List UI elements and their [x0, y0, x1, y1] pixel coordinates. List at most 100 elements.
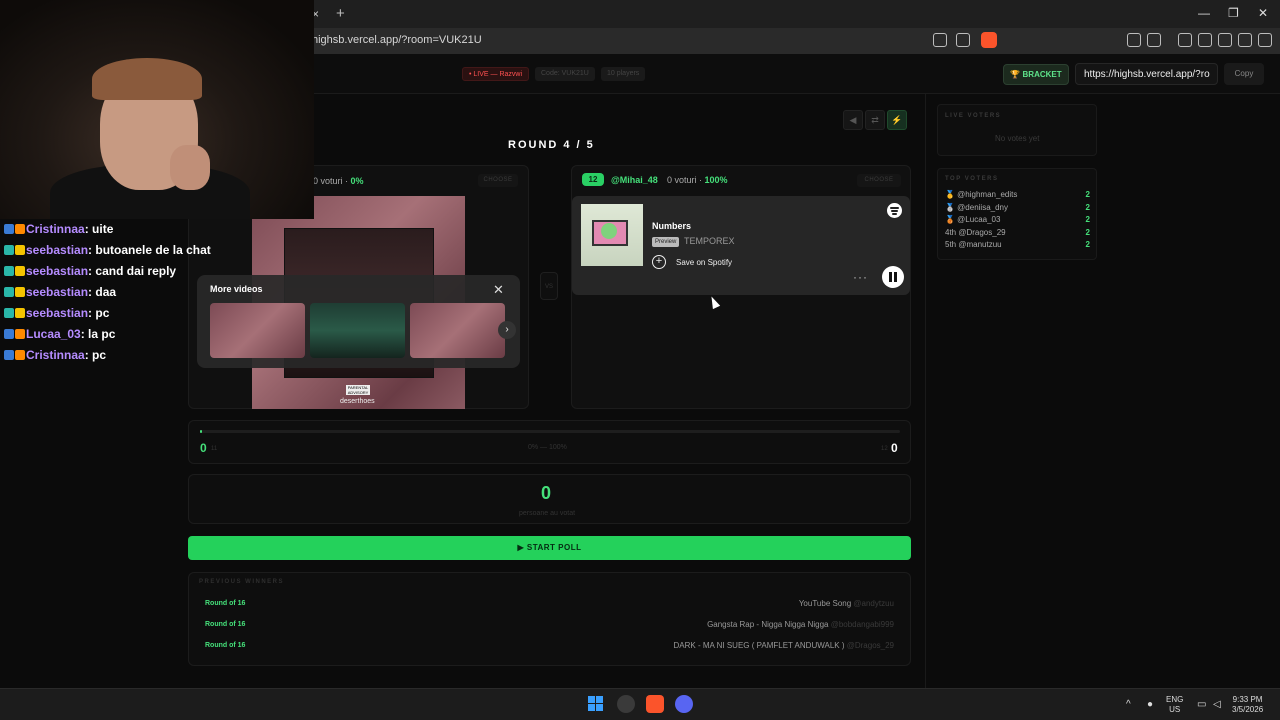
chat-message: seebastian: cand dai reply [0, 264, 314, 285]
menu-icon[interactable] [1258, 33, 1272, 47]
track-artist[interactable]: TEMPOREX [684, 236, 735, 246]
chevron-right-icon[interactable]: › [498, 321, 516, 339]
chat-username: Lucaa_03 [26, 327, 81, 341]
chat-badge-icon [15, 308, 25, 318]
leo-ai-icon[interactable] [1238, 33, 1252, 47]
chat-badge-icon [15, 224, 25, 234]
room-code-badge: Code: VUK21U [535, 67, 595, 81]
chat-badge-icon [4, 287, 14, 297]
bracket-button[interactable]: 🏆 BRACKET [1003, 64, 1069, 85]
top-voter-row: 🥉 @Lucaa_03 2 [945, 215, 1090, 227]
pause-button[interactable] [882, 266, 904, 288]
chat-text: daa [95, 285, 117, 299]
window-close-button[interactable]: ✕ [1258, 6, 1268, 20]
chevron-up-icon[interactable]: ^ [1126, 699, 1131, 710]
live-voters-title: LIVE VOTERS [945, 113, 1002, 119]
add-circle-icon[interactable]: + [652, 255, 666, 269]
no-votes-message: No votes yet [995, 134, 1040, 143]
chat-badge-icon [4, 245, 14, 255]
translate-icon[interactable] [933, 33, 947, 47]
left-choose-button[interactable]: CHOOSE [478, 174, 518, 187]
top-voter-row: 🥇 @highman_edits 2 [945, 190, 1090, 202]
share-url-field[interactable]: https://highsb.vercel.app/?ro [1075, 63, 1218, 85]
right-score-label: 12 [881, 446, 888, 452]
window-maximize-button[interactable]: ❐ [1228, 6, 1239, 20]
windows-taskbar [0, 688, 1280, 720]
language-region: US [1169, 705, 1181, 714]
track-title[interactable]: Numbers [652, 221, 691, 231]
right-choose-button[interactable]: CHOOSE [857, 174, 901, 187]
wallet-icon[interactable] [1218, 33, 1232, 47]
brave-icon[interactable] [646, 695, 664, 713]
webcam-figure [92, 58, 202, 100]
top-voter-name: 5th @manutzuu [945, 240, 1002, 249]
windows-start-icon[interactable] [588, 696, 604, 712]
chat-message: seebastian: daa [0, 285, 314, 306]
language-code: ENG [1166, 695, 1184, 704]
start-poll-button[interactable]: ▶ START POLL [188, 536, 911, 560]
chat-message: seebastian: butoanele de la chat [0, 243, 314, 264]
previous-winners-title: PREVIOUS WINNERS [199, 579, 285, 585]
chat-badge-icon [4, 308, 14, 318]
right-vote-summary: 0 voturi · 100% [667, 175, 728, 185]
parental-advisory-label: PARENTAL ADVISORY [346, 385, 370, 395]
share-icon[interactable] [956, 33, 970, 47]
window-minimize-button[interactable]: — [1198, 6, 1210, 20]
chat-message: seebastian: pc [0, 306, 314, 327]
chat-badge-icon [15, 287, 25, 297]
winner-song-title: YouTube Song [798, 599, 852, 608]
save-on-spotify-button[interactable]: Save on Spotify [676, 258, 732, 267]
sidebar-toggle-icon[interactable] [1198, 33, 1212, 47]
spotify-logo-icon[interactable] [887, 203, 902, 218]
chat-text: pc [95, 306, 110, 320]
top-voter-row: 4th @Dragos_29 2 [945, 228, 1090, 240]
left-score-label: 11 [211, 446, 218, 452]
more-videos-thumbnail[interactable] [310, 303, 405, 358]
chat-username: seebastian [26, 306, 89, 320]
power-button[interactable]: ⚡ [887, 110, 907, 130]
url-field[interactable]: highsb.vercel.app/?room=VUK21U [312, 34, 482, 46]
top-voter-count: 2 [1085, 190, 1090, 199]
winner-round-label: Round of 16 [205, 642, 246, 649]
top-voter-row: 5th @manutzuu 2 [945, 240, 1090, 252]
artwork-detail [601, 223, 617, 239]
left-votes-pct: 0% [350, 176, 364, 186]
clock-time: 9:33 PM [1232, 695, 1263, 704]
copy-button[interactable]: Copy [1224, 63, 1264, 85]
winner-song-title: Gangsta Rap - Nigga Nigga Nigga [707, 620, 829, 629]
top-voter-row: 🥈 @deniisa_dny 2 [945, 203, 1090, 215]
network-icon[interactable]: ▭ [1197, 699, 1206, 710]
vote-progress-fill [200, 430, 203, 433]
microphone-icon[interactable]: ● [1147, 699, 1153, 710]
players-badge: 10 players [601, 67, 646, 81]
brave-shields-icon[interactable] [981, 32, 997, 48]
more-options-icon[interactable]: ··· [853, 270, 868, 284]
left-vote-summary: 0 voturi · 0% [313, 176, 364, 186]
top-voter-count: 2 [1085, 203, 1090, 212]
prev-round-button[interactable]: ◀ [843, 110, 863, 130]
more-videos-close-icon[interactable]: ✕ [493, 282, 504, 298]
music-icon[interactable] [1178, 33, 1192, 47]
extensions-icon[interactable] [1127, 33, 1141, 47]
voters-count: 0 [541, 483, 552, 503]
clock-date: 3/5/2026 [1232, 705, 1264, 714]
chat-message: Cristinnaa: pc [0, 348, 314, 369]
shuffle-button[interactable]: ⇄ [865, 110, 885, 130]
clock[interactable]: 9:33 PM 3/5/2026 [1232, 695, 1263, 715]
new-tab-button[interactable]: + [336, 5, 345, 22]
media-icon[interactable] [1147, 33, 1161, 47]
winner-song: YouTube Song @andytzuu [799, 599, 894, 608]
previous-winners-card [188, 572, 911, 666]
chat-text: la pc [88, 327, 116, 341]
chat-badge-icon [15, 266, 25, 276]
winner-song-title: DARK - MA NI SUEG ( PAMFLET ANDUWALK ) [673, 641, 845, 650]
app-icon[interactable] [617, 695, 635, 713]
volume-icon[interactable]: ◁ [1213, 699, 1221, 710]
chat-message: Cristinnaa: uite [0, 222, 314, 243]
right-votes-pct: 100% [704, 175, 728, 185]
contender-username: @Mihai_48 [611, 175, 658, 185]
discord-icon[interactable] [675, 695, 693, 713]
language-indicator[interactable]: ENG US [1166, 695, 1183, 715]
more-videos-thumbnail[interactable] [410, 303, 505, 358]
chat-badge-icon [4, 329, 14, 339]
